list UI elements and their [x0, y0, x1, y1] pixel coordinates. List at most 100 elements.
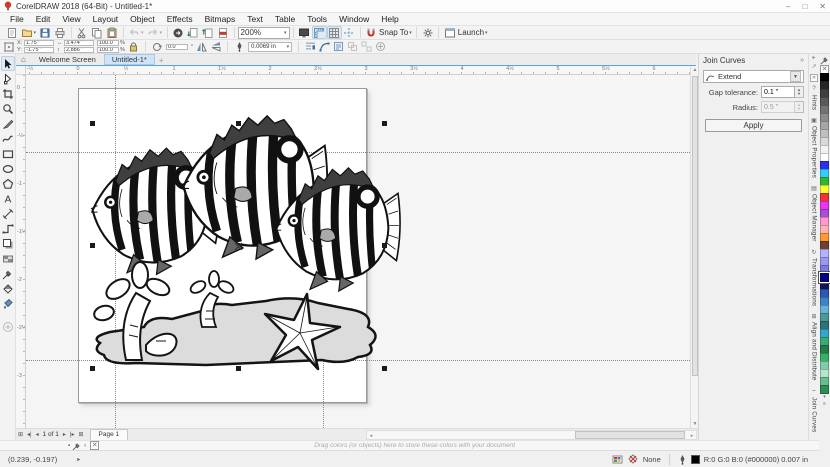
- menu-help[interactable]: Help: [375, 13, 404, 26]
- cut-button[interactable]: [75, 26, 90, 39]
- convert-to-curves-icon[interactable]: [319, 41, 330, 52]
- print-button[interactable]: [53, 26, 68, 39]
- docker-tab-hints[interactable]: ? Hints: [811, 86, 818, 110]
- new-document-tab-button[interactable]: +: [155, 56, 168, 65]
- undo-button[interactable]: ▾: [127, 26, 146, 39]
- shape-tool[interactable]: [1, 71, 15, 86]
- add-tool-button[interactable]: [1, 319, 15, 334]
- color-swatch[interactable]: [820, 385, 829, 394]
- menu-text[interactable]: Text: [241, 13, 269, 26]
- polygon-tool[interactable]: [1, 176, 15, 191]
- object-height-field[interactable]: [64, 47, 94, 53]
- no-color-swatch[interactable]: ✕: [90, 441, 100, 450]
- open-button[interactable]: ▾: [19, 26, 38, 39]
- gap-tolerance-field[interactable]: [761, 86, 795, 98]
- horizontal-scrollbar[interactable]: ◂ ▸: [366, 430, 697, 440]
- artwork[interactable]: [26, 75, 690, 428]
- color-eyedropper-tool[interactable]: [1, 266, 15, 281]
- palette-expand-icon[interactable]: ≡: [823, 401, 826, 408]
- menu-view[interactable]: View: [56, 13, 86, 26]
- import-button[interactable]: [186, 26, 201, 39]
- apply-button[interactable]: Apply: [705, 119, 802, 132]
- search-content-button[interactable]: [171, 26, 186, 39]
- color-swatch[interactable]: [819, 272, 830, 283]
- close-button[interactable]: ✕: [819, 2, 826, 11]
- x-position-field[interactable]: [24, 40, 54, 46]
- wrap-text-icon[interactable]: [305, 41, 316, 52]
- crop-tool[interactable]: [1, 86, 15, 101]
- palette-eyedropper-icon[interactable]: [820, 54, 830, 65]
- home-tab[interactable]: ⌂: [16, 54, 31, 65]
- eyedropper-icon[interactable]: [72, 441, 82, 451]
- scroll-left-icon[interactable]: ◂: [367, 433, 375, 439]
- menu-bitmaps[interactable]: Bitmaps: [199, 13, 242, 26]
- join-mode-select[interactable]: Extend ▼: [703, 70, 804, 83]
- lock-ratio-icon[interactable]: [128, 41, 139, 52]
- menu-edit[interactable]: Edit: [30, 13, 57, 26]
- next-page-button[interactable]: ▸: [61, 431, 68, 438]
- horizontal-ruler[interactable]: -½ 0 ½ 1 1½ 2 2½ 3 3½ 4 4½ 5 5½ 6: [26, 66, 690, 75]
- page-tab[interactable]: Page 1: [89, 429, 129, 440]
- launch-button[interactable]: Launch ▾: [442, 26, 489, 39]
- add-page-end-button[interactable]: ⊞: [76, 431, 85, 438]
- palette-scroll-down-icon[interactable]: ▾: [823, 394, 826, 401]
- object-width-field[interactable]: [64, 40, 94, 46]
- vertical-ruler[interactable]: 0 -½ -1 -1½ -2 -2½ -3: [16, 75, 26, 428]
- menu-table[interactable]: Table: [269, 13, 301, 26]
- outline-color-swatch[interactable]: [690, 454, 700, 464]
- export-button[interactable]: [201, 26, 216, 39]
- docker-collapse-icon[interactable]: ↗: [811, 63, 816, 72]
- fill-color-icon[interactable]: [627, 453, 639, 465]
- minimize-button[interactable]: –: [786, 2, 790, 11]
- paste-button[interactable]: [105, 26, 120, 39]
- last-page-button[interactable]: |▸: [68, 431, 77, 438]
- tab-untitled-1[interactable]: Untitled-1*: [103, 54, 155, 65]
- docker-flyout-icon[interactable]: »: [800, 57, 804, 64]
- options-button[interactable]: [420, 26, 435, 39]
- scale-horizontal-field[interactable]: [97, 40, 119, 46]
- docker-tab-object-manager[interactable]: ▤ Object Manager: [811, 185, 818, 242]
- mirror-horizontal-icon[interactable]: [196, 41, 207, 52]
- chevron-down-icon[interactable]: ▼: [790, 71, 801, 82]
- ruler-origin-button[interactable]: [16, 66, 26, 75]
- mirror-vertical-icon[interactable]: [210, 41, 221, 52]
- docker-tab-transformations[interactable]: ↻ Transformations: [811, 249, 818, 306]
- docker-close-icon[interactable]: ✕: [810, 74, 818, 82]
- parallel-dimension-tool[interactable]: [1, 206, 15, 221]
- group-objects-icon[interactable]: [347, 41, 358, 52]
- menu-window[interactable]: Window: [333, 13, 375, 26]
- smart-fill-tool[interactable]: [1, 296, 15, 311]
- artistic-media-tool[interactable]: [1, 131, 15, 146]
- add-page-start-button[interactable]: ⊞: [16, 431, 25, 438]
- docker-tab-align-and-distribute[interactable]: ⊞ Align and Distribute: [811, 313, 818, 381]
- menu-file[interactable]: File: [4, 13, 30, 26]
- first-page-button[interactable]: ◂|: [25, 431, 34, 438]
- menu-effects[interactable]: Effects: [161, 13, 199, 26]
- zoom-tool[interactable]: [1, 101, 15, 116]
- y-position-field[interactable]: [24, 47, 54, 53]
- object-properties-shortcut-icon[interactable]: [333, 41, 344, 52]
- new-document-button[interactable]: [4, 26, 19, 39]
- palette-scroll-left-icon[interactable]: ‹: [82, 443, 88, 449]
- quick-customize-icon[interactable]: [375, 41, 386, 52]
- drop-shadow-tool[interactable]: [1, 236, 15, 251]
- text-tool[interactable]: A: [1, 191, 15, 206]
- connector-tool[interactable]: [1, 221, 15, 236]
- horizontal-scroll-thumb[interactable]: [575, 431, 685, 439]
- pick-tool[interactable]: [0, 56, 15, 71]
- docker-tab-object-properties[interactable]: ▣ Object Properties: [811, 117, 818, 178]
- scroll-right-icon[interactable]: ▸: [688, 433, 696, 439]
- rectangle-tool[interactable]: [1, 146, 15, 161]
- maximize-button[interactable]: □: [802, 2, 807, 11]
- menu-tools[interactable]: Tools: [301, 13, 333, 26]
- drawing-canvas[interactable]: [26, 75, 690, 428]
- ellipse-tool[interactable]: [1, 161, 15, 176]
- copy-button[interactable]: [90, 26, 105, 39]
- outline-pen-icon[interactable]: [678, 454, 687, 465]
- rotation-angle-field[interactable]: [165, 43, 188, 50]
- full-screen-preview-button[interactable]: [297, 26, 312, 39]
- show-grid-button[interactable]: [326, 26, 342, 39]
- show-guidelines-button[interactable]: [342, 26, 357, 39]
- vertical-scrollbar[interactable]: ▲ ▼: [690, 66, 698, 428]
- show-rulers-button[interactable]: [311, 26, 327, 39]
